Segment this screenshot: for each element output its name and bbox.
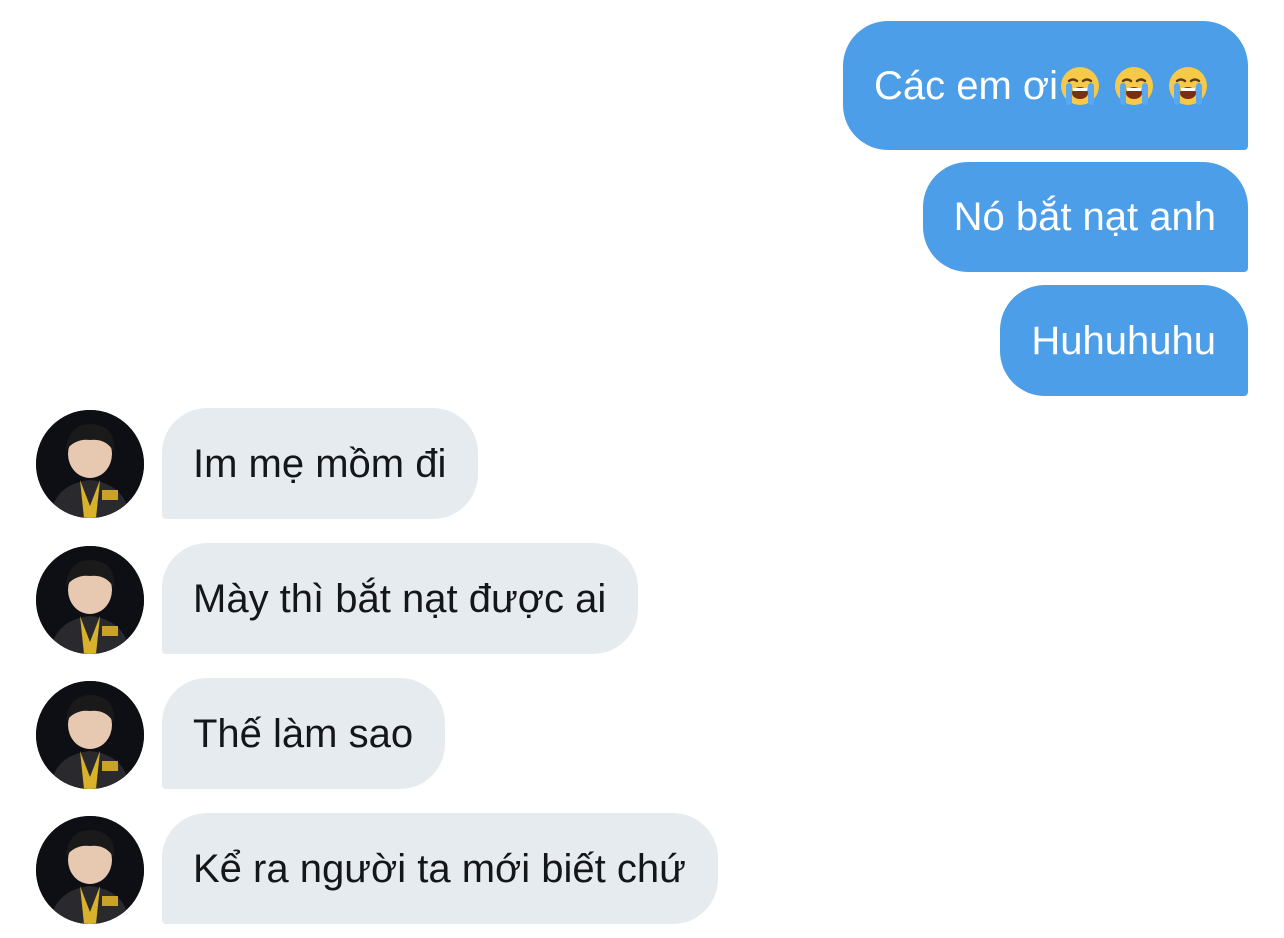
loudly-crying-face-icon [1061,66,1099,105]
user-avatar[interactable] [36,681,144,789]
incoming-message-bubble[interactable]: Mày thì bắt nạt được ai [162,543,639,654]
avatar-image [36,816,144,924]
message-text: Mày thì bắt nạt được ai [193,576,607,621]
message-text: Kể ra người ta mới biết chứ [193,846,686,891]
loudly-crying-face-icon [1115,66,1153,105]
outgoing-message-bubble[interactable]: Nó bắt nạt anh [922,162,1248,272]
incoming-message-bubble[interactable]: Kể ra người ta mới biết chứ [162,813,718,924]
avatar-image [36,410,144,518]
outgoing-message-bubble[interactable]: Các em ơi [842,21,1248,150]
message-text: Thế làm sao [193,711,414,756]
user-avatar[interactable] [36,816,144,924]
loudly-crying-face-icon [1169,66,1207,105]
message-text: Huhuhuhu [1031,318,1216,363]
outgoing-message-bubble[interactable]: Huhuhuhu [1000,285,1248,396]
avatar-image [36,681,144,789]
message-text: Nó bắt nạt anh [953,195,1216,239]
incoming-message-bubble[interactable]: Thế làm sao [162,678,446,789]
user-avatar[interactable] [36,546,144,654]
emoji-group [1060,66,1216,106]
message-text: Các em ơi [873,63,1058,108]
message-text: Im mẹ mồm đi [193,441,447,486]
incoming-message-bubble[interactable]: Im mẹ mồm đi [162,408,479,519]
avatar-image [36,546,144,654]
user-avatar[interactable] [36,410,144,518]
